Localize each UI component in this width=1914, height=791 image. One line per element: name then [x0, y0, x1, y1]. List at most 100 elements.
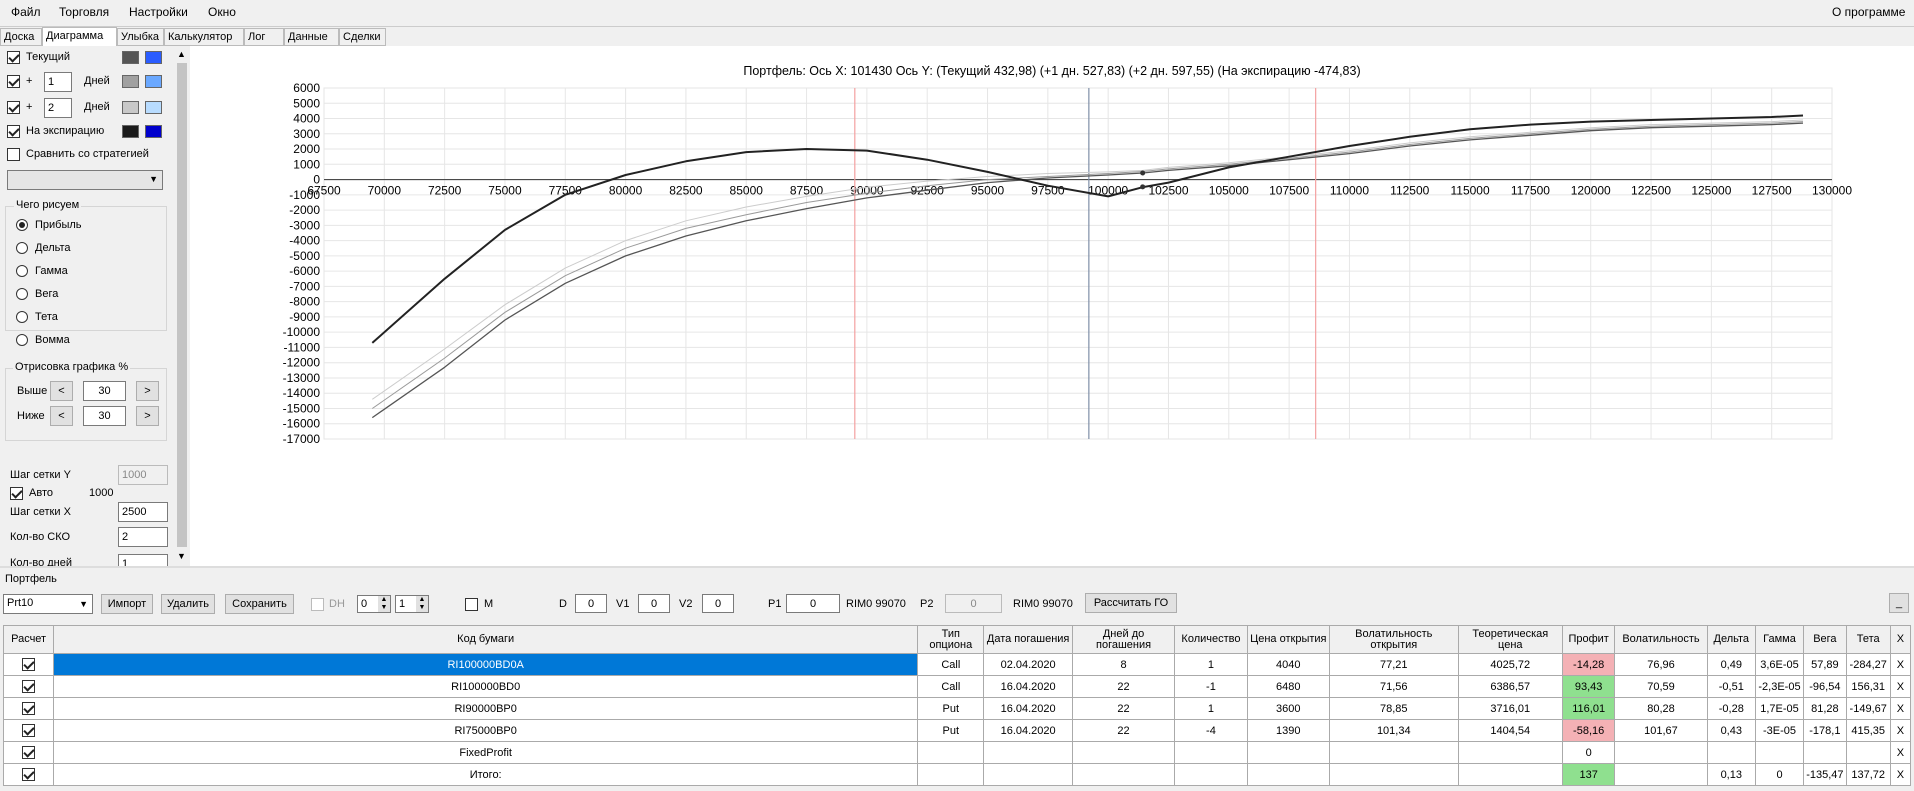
- radio-theta[interactable]: [16, 311, 28, 323]
- table-row[interactable]: RI100000BD0A Call 02.04.2020 8 1 4040 77,21 402…: [2, 653, 1912, 676]
- tab-log[interactable]: Лог: [244, 28, 284, 46]
- strategy-select[interactable]: ▼: [7, 170, 163, 190]
- col-exp-date[interactable]: Дата погашения: [983, 625, 1073, 654]
- auto-checkbox[interactable]: [10, 487, 23, 500]
- col-open-vol[interactable]: Волатильность открытия: [1328, 625, 1459, 654]
- expiration-checkbox[interactable]: [7, 125, 20, 138]
- minimize-button[interactable]: _: [1889, 593, 1909, 613]
- scroll-thumb[interactable]: [177, 63, 187, 547]
- d-input[interactable]: [575, 594, 607, 613]
- d1-color-swatch[interactable]: [122, 75, 139, 88]
- col-open-price[interactable]: Цена открытия: [1246, 625, 1330, 654]
- menu-file[interactable]: Файл: [11, 5, 41, 19]
- calc-checkbox[interactable]: [22, 702, 36, 715]
- calc-checkbox[interactable]: [22, 746, 36, 759]
- spin-arrows-icon[interactable]: ▲ ▼: [416, 596, 428, 612]
- current-color-swatch-2[interactable]: [145, 51, 162, 64]
- d2-color-swatch-2[interactable]: [145, 101, 162, 114]
- menu-trade[interactable]: Торговля: [59, 5, 109, 19]
- profit-chart[interactable]: 6000500040003000200010000-1000-2000-3000…: [190, 46, 1914, 566]
- d2-color-swatch[interactable]: [122, 101, 139, 114]
- calc-checkbox[interactable]: [22, 658, 36, 671]
- below-decrease-button[interactable]: <: [50, 406, 73, 426]
- col-theor-price[interactable]: Теоретическая цена: [1457, 625, 1564, 654]
- col-theta[interactable]: Тета: [1845, 625, 1891, 654]
- col-vega[interactable]: Вега: [1803, 625, 1847, 654]
- calc-checkbox-cell[interactable]: [2, 675, 55, 698]
- grid-x-input[interactable]: [118, 502, 168, 522]
- menu-settings[interactable]: Настройки: [129, 5, 188, 19]
- cell-code[interactable]: RI100000BD0A: [53, 653, 919, 676]
- radio-delta[interactable]: [16, 242, 28, 254]
- cell-code[interactable]: RI75000BP0: [53, 719, 919, 742]
- cell-remove[interactable]: X: [1889, 653, 1912, 676]
- calc-go-button[interactable]: Рассчитать ГО: [1085, 593, 1177, 613]
- portfolio-select[interactable]: Prt10 ▼: [3, 594, 93, 614]
- tab-smile[interactable]: Улыбка: [117, 28, 164, 46]
- table-row[interactable]: RI75000BP0 Put 16.04.2020 22 -4 1390 101,34 140…: [2, 719, 1912, 742]
- save-button[interactable]: Сохранить: [225, 594, 294, 614]
- plus2-checkbox[interactable]: [7, 101, 20, 114]
- below-increase-button[interactable]: >: [136, 406, 159, 426]
- p1-input[interactable]: [786, 594, 840, 613]
- cell-remove[interactable]: X: [1889, 719, 1912, 742]
- exp-color-swatch[interactable]: [122, 125, 139, 138]
- below-input[interactable]: [83, 406, 126, 426]
- plus1-checkbox[interactable]: [7, 75, 20, 88]
- splitter[interactable]: [0, 566, 1914, 568]
- current-color-swatch[interactable]: [122, 51, 139, 64]
- radio-profit[interactable]: [16, 219, 28, 231]
- spin-arrows-icon[interactable]: ▲ ▼: [378, 596, 390, 612]
- current-checkbox[interactable]: [7, 51, 20, 64]
- calc-checkbox[interactable]: [22, 768, 36, 781]
- col-type[interactable]: Тип опциона: [917, 625, 985, 654]
- col-delta[interactable]: Дельта: [1706, 625, 1756, 654]
- spin-1[interactable]: 1 ▲ ▼: [395, 595, 429, 613]
- above-decrease-button[interactable]: <: [50, 381, 73, 401]
- calc-checkbox-cell[interactable]: [2, 741, 55, 764]
- dh-checkbox[interactable]: [311, 598, 324, 611]
- spin-0[interactable]: 0 ▲ ▼: [357, 595, 391, 613]
- tab-data[interactable]: Данные: [284, 28, 339, 46]
- table-row[interactable]: RI90000BP0 Put 16.04.2020 22 1 3600 78,85 3716,…: [2, 697, 1912, 720]
- cell-remove[interactable]: X: [1889, 697, 1912, 720]
- import-button[interactable]: Импорт: [101, 594, 153, 614]
- menu-about[interactable]: О программе: [1832, 5, 1905, 19]
- sko-input[interactable]: [118, 527, 168, 547]
- days1-input[interactable]: [44, 72, 72, 92]
- p2-input[interactable]: [945, 594, 1002, 613]
- scroll-up-icon[interactable]: ▲: [177, 49, 186, 59]
- d1-color-swatch-2[interactable]: [145, 75, 162, 88]
- col-x[interactable]: X: [1889, 625, 1912, 654]
- menu-window[interactable]: Окно: [208, 5, 236, 19]
- tab-board[interactable]: Доска: [0, 28, 42, 46]
- calc-checkbox-cell[interactable]: [2, 697, 55, 720]
- calc-checkbox-cell[interactable]: [2, 653, 55, 676]
- exp-color-swatch-2[interactable]: [145, 125, 162, 138]
- tab-deals[interactable]: Сделки: [339, 28, 386, 46]
- table-row[interactable]: Итого: 137 0,13 0 -135,47 137,72 X: [2, 763, 1912, 786]
- col-days[interactable]: Дней до погашения: [1071, 625, 1176, 654]
- col-vol[interactable]: Волатильность: [1614, 625, 1708, 654]
- col-calc[interactable]: Расчет: [2, 625, 55, 654]
- calc-checkbox[interactable]: [22, 680, 36, 693]
- cell-remove[interactable]: X: [1889, 763, 1912, 786]
- col-code[interactable]: Код бумаги: [53, 625, 919, 654]
- cell-code[interactable]: FixedProfit: [53, 741, 919, 764]
- cell-remove[interactable]: X: [1889, 741, 1912, 764]
- cell-code[interactable]: RI100000BD0: [53, 675, 919, 698]
- col-gamma[interactable]: Гамма: [1754, 625, 1805, 654]
- tab-calculator[interactable]: Калькулятор: [164, 28, 244, 46]
- scroll-down-icon[interactable]: ▼: [177, 551, 186, 561]
- col-qty[interactable]: Количество: [1174, 625, 1248, 654]
- tab-diagram[interactable]: Диаграмма: [42, 27, 117, 47]
- chart-area[interactable]: Портфель: Ось X: 101430 Ось Y: (Текущий …: [190, 46, 1914, 566]
- calc-checkbox[interactable]: [22, 724, 36, 737]
- v1-input[interactable]: [638, 594, 670, 613]
- calc-checkbox-cell[interactable]: [2, 719, 55, 742]
- radio-vega[interactable]: [16, 288, 28, 300]
- days2-input[interactable]: [44, 98, 72, 118]
- grid-y-input[interactable]: [118, 465, 168, 485]
- compare-checkbox[interactable]: [7, 148, 20, 161]
- above-input[interactable]: [83, 381, 126, 401]
